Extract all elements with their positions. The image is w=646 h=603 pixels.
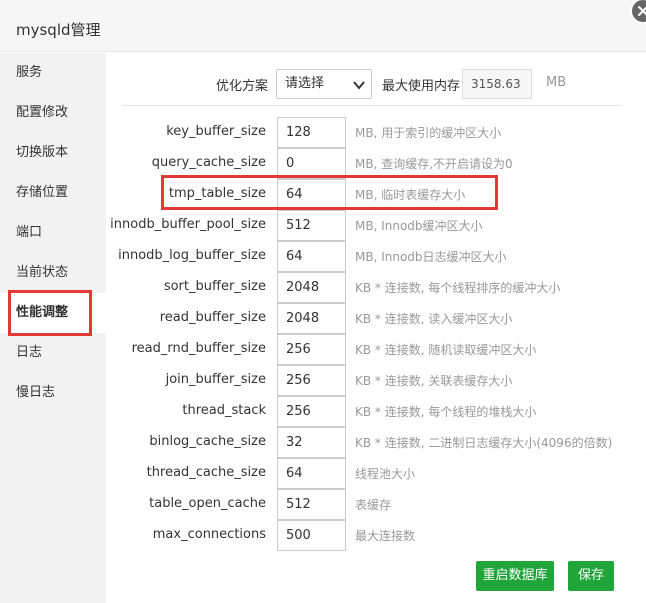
sidebar-item-storage[interactable]: 存储位置 [0,173,106,213]
param-name: thread_cache_size [146,465,266,480]
param-description: MB, 查询缓存,不开启请设为0 [355,157,513,171]
param-name: read_buffer_size [159,310,266,325]
optimize-select[interactable]: 请选择 [276,69,372,99]
param-row: innodb_buffer_pool_size 512 MB, Innodb缓冲… [106,210,646,241]
param-description: KB * 连接数, 随机读取缓冲区大小 [355,343,537,357]
optimize-row: 优化方案 请选择 最大使用内存 3158.63 MB [106,69,646,99]
param-description: MB, Innodb日志缓冲区大小 [355,250,507,264]
window-title: mysqld管理 [16,21,101,39]
param-row: join_buffer_size 256 KB * 连接数, 关联表缓存大小 [106,365,646,396]
param-name: join_buffer_size [165,372,266,387]
chevron-down-icon [353,81,365,90]
save-button[interactable]: 保存 [568,561,614,591]
param-row: innodb_log_buffer_size 64 MB, Innodb日志缓冲… [106,241,646,272]
param-row: table_open_cache 512 表缓存 [106,489,646,520]
param-name: max_connections [152,527,266,542]
param-name: query_cache_size [151,155,266,170]
sidebar-item-log[interactable]: 日志 [0,333,106,373]
restart-database-button[interactable]: 重启数据库 [476,561,554,591]
param-description: KB * 连接数, 每个线程的堆栈大小 [355,405,537,419]
param-description: 线程池大小 [355,467,416,481]
param-input[interactable]: 256 [277,396,346,427]
param-input[interactable]: 64 [277,458,346,489]
optimize-select-value: 请选择 [285,76,325,91]
param-row: binlog_cache_size 32 KB * 连接数, 二进制日志缓存大小… [106,427,646,458]
param-input[interactable]: 512 [277,210,346,241]
sidebar-item-service[interactable]: 服务 [0,53,106,93]
divider [122,105,622,106]
param-description: 表缓存 [355,498,392,512]
param-input[interactable]: 500 [277,520,346,551]
param-description: KB * 连接数, 二进制日志缓存大小(4096的倍数) [355,436,613,450]
param-input[interactable]: 2048 [277,272,346,303]
param-description: KB * 连接数, 每个线程排序的缓冲大小 [355,281,561,295]
param-input[interactable]: 256 [277,365,346,396]
param-name: innodb_buffer_pool_size [110,217,266,232]
param-description: KB * 连接数, 关联表缓存大小 [355,374,513,388]
sidebar-item-version[interactable]: 切换版本 [0,133,106,173]
param-input[interactable]: 64 [277,241,346,272]
param-input[interactable]: 512 [277,489,346,520]
param-row: read_buffer_size 2048 KB * 连接数, 读入缓冲区大小 [106,303,646,334]
tmp-table-highlight-box [161,175,498,210]
param-name: read_rnd_buffer_size [131,341,266,356]
param-row: read_rnd_buffer_size 256 KB * 连接数, 随机读取缓… [106,334,646,365]
param-name: table_open_cache [149,496,266,511]
param-description: MB, 用于索引的缓冲区大小 [355,126,502,140]
param-description: KB * 连接数, 读入缓冲区大小 [355,312,513,326]
param-name: binlog_cache_size [149,434,266,449]
param-description: MB, Innodb缓冲区大小 [355,219,483,233]
max-memory-label: 最大使用内存 [382,79,461,94]
param-name: thread_stack [182,403,266,418]
param-description: 最大连接数 [355,529,416,543]
param-name: sort_buffer_size [163,279,266,294]
window-titlebar: mysqld管理 [0,0,646,52]
param-row: thread_stack 256 KB * 连接数, 每个线程的堆栈大小 [106,396,646,427]
param-row: thread_cache_size 64 线程池大小 [106,458,646,489]
sidebar-item-slow-log[interactable]: 慢日志 [0,373,106,413]
param-name: innodb_log_buffer_size [118,248,266,263]
optimize-label: 优化方案 [216,79,269,94]
close-icon [638,6,646,16]
performance-panel: 优化方案 请选择 最大使用内存 3158.63 MB key_buffer_si… [106,53,646,603]
max-memory-unit: MB [546,75,567,90]
param-row: key_buffer_size 128 MB, 用于索引的缓冲区大小 [106,117,646,148]
sidebar-highlight-box [8,290,92,336]
param-input[interactable]: 256 [277,334,346,365]
sidebar-item-status[interactable]: 当前状态 [0,253,106,293]
sidebar-item-config[interactable]: 配置修改 [0,93,106,133]
param-input[interactable]: 2048 [277,303,346,334]
max-memory-field[interactable]: 3158.63 [462,69,532,99]
param-name: key_buffer_size [166,124,266,139]
param-input[interactable]: 128 [277,117,346,148]
param-row: sort_buffer_size 2048 KB * 连接数, 每个线程排序的缓… [106,272,646,303]
param-input[interactable]: 32 [277,427,346,458]
sidebar-item-port[interactable]: 端口 [0,213,106,253]
param-row: max_connections 500 最大连接数 [106,520,646,551]
